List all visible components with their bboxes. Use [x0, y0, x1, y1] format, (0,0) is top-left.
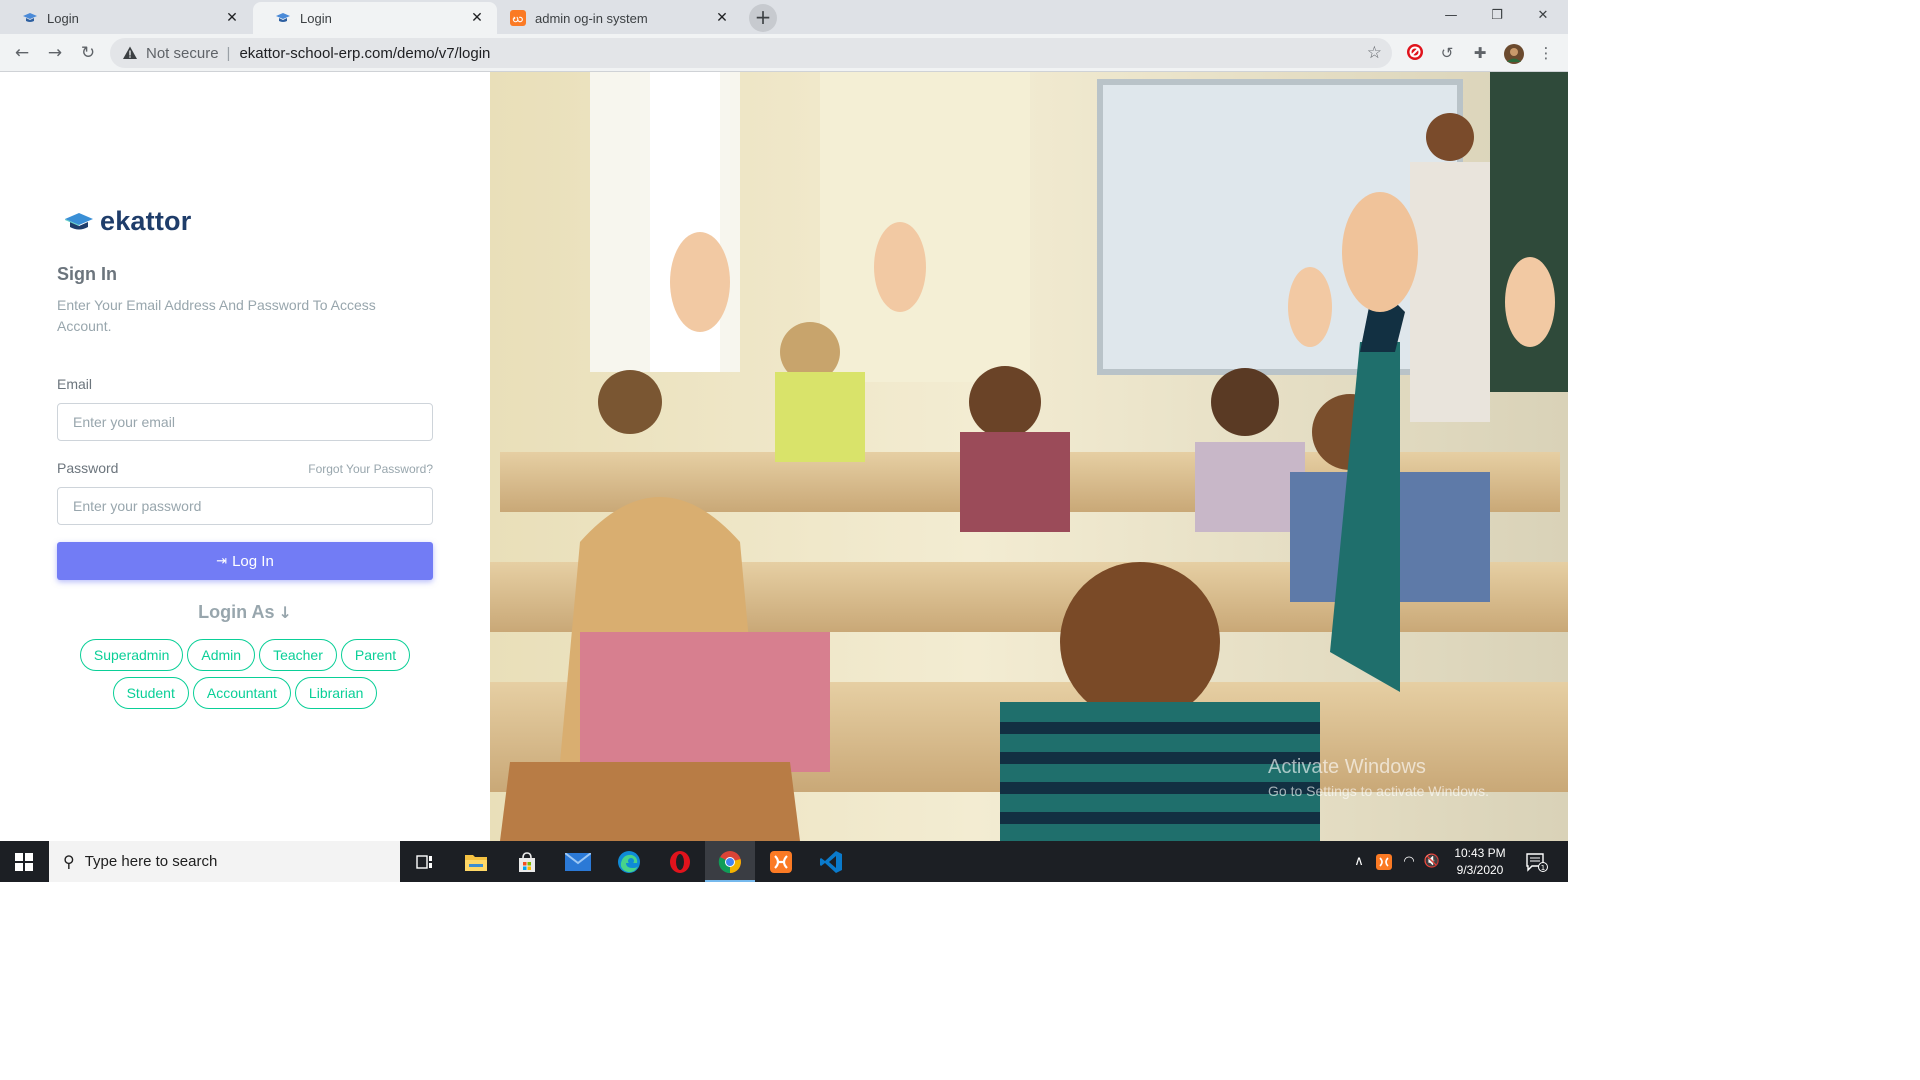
role-librarian-button[interactable]: Librarian	[294, 677, 378, 709]
login-panel: ekattor Sign In Enter Your Email Address…	[0, 72, 490, 841]
microsoft-store-icon[interactable]	[502, 841, 552, 882]
restore-icon[interactable]: ❐	[1474, 0, 1520, 32]
tab-login-1[interactable]: Login ✕	[0, 2, 252, 34]
windows-logo-icon	[15, 852, 33, 871]
history-extension-icon[interactable]: ↺	[1437, 43, 1457, 63]
tab-title: Login	[47, 10, 79, 26]
close-tab-icon[interactable]: ✕	[469, 10, 485, 26]
xampp-taskbar-icon[interactable]	[756, 841, 806, 882]
reload-icon[interactable]: ↻	[76, 41, 100, 65]
email-field[interactable]: Enter your email	[57, 403, 433, 441]
role-student-button[interactable]: Student	[112, 677, 189, 709]
wifi-icon[interactable]: ◠	[1398, 841, 1420, 882]
vscode-icon[interactable]	[806, 841, 856, 882]
tab-admin-login-system[interactable]: ဃ admin og-in system ✕	[498, 2, 742, 34]
svg-text:ဃ: ဃ	[513, 12, 524, 25]
tab-title: Login	[300, 10, 332, 26]
omnibox-separator: |	[226, 44, 231, 62]
warning-icon[interactable]	[122, 45, 138, 61]
logo-text: ekattor	[100, 206, 192, 236]
url-text[interactable]: ekattor-school-erp.com/demo/v7/login	[239, 45, 490, 62]
taskbar-search-input[interactable]: ⚲ Type here to search	[49, 841, 400, 882]
role-parent-button[interactable]: Parent	[340, 639, 411, 671]
role-superadmin-button[interactable]: Superadmin	[79, 639, 184, 671]
profile-avatar[interactable]	[1503, 43, 1524, 64]
forward-icon[interactable]: →	[43, 41, 67, 65]
bookmark-star-icon[interactable]: ☆	[1367, 43, 1382, 63]
task-view-icon[interactable]	[400, 841, 450, 882]
forgot-password-link[interactable]: Forgot Your Password?	[308, 462, 433, 476]
login-button-label: Log In	[232, 552, 274, 570]
role-admin-button[interactable]: Admin	[187, 639, 256, 671]
password-placeholder: Enter your password	[73, 498, 202, 514]
taskbar-clock[interactable]: 10:43 PM 9/3/2020	[1442, 845, 1518, 879]
graduation-cap-icon	[65, 212, 93, 229]
email-placeholder: Enter your email	[73, 414, 175, 430]
role-buttons-row-1: Superadmin Admin Teacher Parent	[0, 639, 490, 671]
browser-toolbar: ← → ↻ Not secure | ekattor-school-erp.co…	[0, 34, 1568, 72]
file-explorer-icon[interactable]	[451, 841, 501, 882]
windows-start-button[interactable]	[0, 841, 48, 882]
volume-muted-icon[interactable]: 🔇	[1421, 841, 1443, 882]
close-tab-icon[interactable]: ✕	[224, 10, 240, 26]
tab-title: admin og-in system	[535, 10, 648, 26]
email-label: Email	[57, 376, 93, 392]
page-content: ekattor Sign In Enter Your Email Address…	[0, 72, 1568, 841]
minimize-icon[interactable]: —	[1428, 0, 1474, 32]
clock-time: 10:43 PM	[1454, 846, 1506, 860]
taskbar-search-placeholder: Type here to search	[84, 853, 218, 870]
address-bar[interactable]: Not secure | ekattor-school-erp.com/demo…	[110, 38, 1392, 68]
windows-taskbar: ⚲ Type here to search ∧ ◠ 🔇 10:43 PM 9/3…	[0, 841, 1568, 882]
opera-icon[interactable]	[655, 841, 705, 882]
ekattor-cap-icon	[22, 10, 38, 26]
ekattor-cap-icon	[275, 10, 291, 26]
adblock-extension-icon[interactable]	[1405, 43, 1425, 63]
login-icon: ⇥	[216, 553, 228, 569]
login-as-heading: Login As ↓	[0, 602, 490, 623]
back-icon[interactable]: ←	[10, 41, 34, 65]
classroom-photo	[490, 72, 1568, 841]
tab-login-2[interactable]: Login ✕	[253, 2, 497, 34]
close-tab-icon[interactable]: ✕	[714, 10, 730, 26]
page-title: Sign In	[57, 264, 117, 284]
role-accountant-button[interactable]: Accountant	[192, 677, 291, 709]
role-buttons-row-2: Student Accountant Librarian	[0, 677, 490, 709]
mail-icon[interactable]	[553, 841, 603, 882]
login-button[interactable]: ⇥ Log In	[57, 542, 433, 580]
xampp-tray-icon[interactable]	[1373, 841, 1395, 882]
security-label[interactable]: Not secure	[146, 45, 219, 62]
chrome-icon[interactable]	[705, 841, 755, 882]
xampp-icon: ဃ	[510, 10, 526, 26]
clock-date: 9/3/2020	[1456, 863, 1504, 877]
password-field[interactable]: Enter your password	[57, 487, 433, 525]
password-label: Password	[57, 460, 119, 476]
extensions-puzzle-icon[interactable]: ✚	[1470, 43, 1490, 63]
notification-count: 1	[1541, 864, 1545, 872]
role-teacher-button[interactable]: Teacher	[259, 639, 337, 671]
ekattor-logo[interactable]: ekattor	[64, 206, 191, 237]
notification-center-icon[interactable]: 1	[1522, 841, 1552, 882]
login-as-label: Login As	[198, 602, 275, 622]
browser-tab-strip: Login ✕ Login ✕ ဃ admin og-in system ✕ +…	[0, 0, 1568, 34]
tray-chevron-icon[interactable]: ∧	[1348, 841, 1370, 882]
signin-description: Enter Your Email Address And Password To…	[57, 297, 376, 334]
close-window-icon[interactable]: ✕	[1520, 0, 1566, 32]
edge-icon[interactable]	[604, 841, 654, 882]
arrow-down-icon: ↓	[278, 603, 292, 622]
activate-windows-title: Activate Windows	[1268, 756, 1426, 778]
search-icon: ⚲	[63, 852, 75, 871]
new-tab-button[interactable]: +	[749, 4, 777, 32]
browser-menu-icon[interactable]: ⋮	[1536, 43, 1556, 63]
activate-windows-subtitle: Go to Settings to activate Windows.	[1268, 783, 1489, 799]
